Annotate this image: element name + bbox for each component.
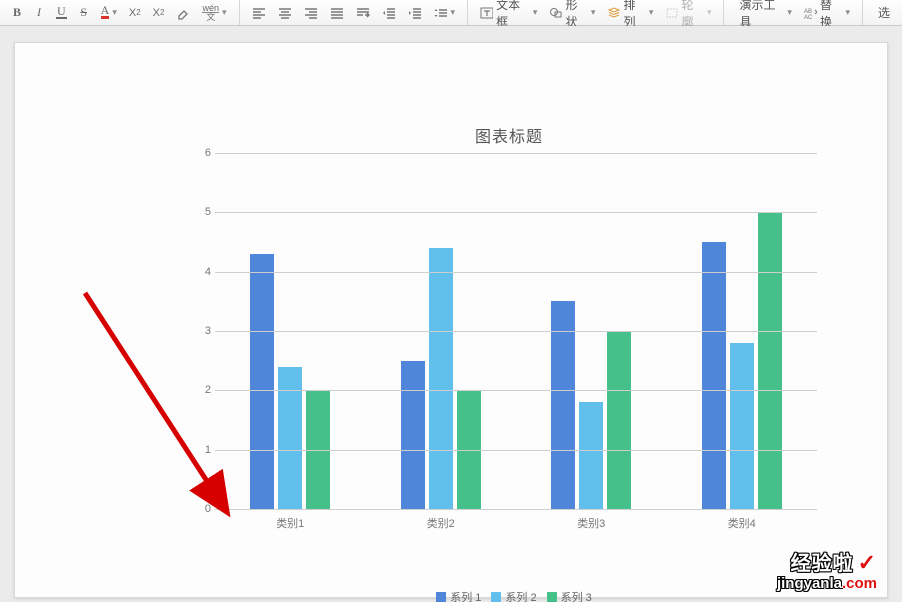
- y-tick-label: 6: [197, 147, 211, 159]
- grid-line: [215, 331, 817, 332]
- toolbar-group-tools: 演示工具▾ ABAC 替换▾: [724, 0, 863, 25]
- toolbar: B I U S A▾ X2 X2 wén文▾ ▾ 文本框▾ 形状▾ 排列▾: [0, 0, 902, 26]
- watermark-domain-ext: .com: [842, 575, 877, 592]
- align-left-icon: [252, 7, 266, 19]
- bar[interactable]: [702, 242, 726, 509]
- legend-swatch: [491, 592, 501, 602]
- select-label: 选: [878, 4, 890, 21]
- x-tick-label: 类别3: [516, 515, 667, 531]
- toolbar-group-font: B I U S A▾ X2 X2 wén文▾: [0, 0, 240, 25]
- y-tick-label: 1: [197, 444, 211, 456]
- y-tick-label: 3: [197, 325, 211, 337]
- y-tick-label: 2: [197, 384, 211, 396]
- indent-increase-button[interactable]: [403, 2, 427, 24]
- legend-label: 系列 3: [561, 592, 592, 602]
- grid-line: [215, 153, 817, 154]
- align-justify-button[interactable]: [325, 2, 349, 24]
- subscript-button[interactable]: X2: [148, 2, 170, 24]
- grid-line: [215, 450, 817, 451]
- toolbar-group-overflow: 选: [863, 0, 902, 25]
- bar[interactable]: [607, 331, 631, 509]
- legend-label: 系列 2: [505, 592, 536, 602]
- italic-button[interactable]: I: [29, 2, 49, 24]
- outdent-icon: [382, 7, 396, 19]
- font-color-button[interactable]: A▾: [96, 2, 122, 24]
- shape-icon: [549, 6, 562, 20]
- bar[interactable]: [401, 361, 425, 509]
- toolbar-group-insert: 文本框▾ 形状▾ 排列▾ 轮廓▾: [468, 0, 724, 25]
- chart[interactable]: 图表标题 类别1类别2类别3类别4 0123456 系列 1系列 2系列 3: [201, 153, 817, 561]
- align-right-icon: [304, 7, 318, 19]
- clear-format-button[interactable]: [171, 2, 195, 24]
- document-area: 图表标题 类别1类别2类别3类别4 0123456 系列 1系列 2系列 3 经…: [0, 26, 902, 602]
- arrange-button[interactable]: 排列▾: [602, 2, 658, 24]
- outline-button: 轮廓▾: [660, 2, 716, 24]
- grid-line: [215, 212, 817, 213]
- y-tick-label: 4: [197, 266, 211, 278]
- legend-swatch: [547, 592, 557, 602]
- x-tick-label: 类别4: [667, 515, 818, 531]
- legend: 系列 1 系列 2 系列 3: [201, 589, 817, 602]
- underline-button[interactable]: U: [51, 2, 72, 24]
- y-tick-label: 5: [197, 206, 211, 218]
- direction-icon: [356, 7, 370, 19]
- select-button[interactable]: 选: [870, 2, 895, 24]
- replace-icon: ABAC: [804, 7, 817, 19]
- watermark-domain: jingyanla: [777, 575, 842, 592]
- x-tick-label: 类别2: [366, 515, 517, 531]
- eraser-icon: [176, 6, 190, 20]
- align-right-button[interactable]: [299, 2, 323, 24]
- strikethrough-button[interactable]: S: [74, 2, 94, 24]
- line-spacing-icon: [434, 7, 448, 19]
- textbox-button[interactable]: 文本框▾: [475, 2, 542, 24]
- toolbar-group-align: ▾: [240, 0, 469, 25]
- textbox-icon: [480, 6, 493, 20]
- x-tick-label: 类别1: [215, 515, 366, 531]
- svg-text:AC: AC: [804, 15, 813, 19]
- bar[interactable]: [730, 343, 754, 509]
- chart-title: 图表标题: [201, 123, 817, 147]
- arrange-icon: [607, 6, 620, 20]
- grid-line: [215, 390, 817, 391]
- bar[interactable]: [579, 402, 603, 509]
- pinyin-button[interactable]: wén文▾: [197, 2, 231, 24]
- legend-swatch: [436, 592, 446, 602]
- bar[interactable]: [278, 367, 302, 509]
- line-spacing-button[interactable]: ▾: [429, 2, 461, 24]
- align-center-icon: [278, 7, 292, 19]
- y-tick-label: 0: [197, 503, 211, 515]
- presentation-button[interactable]: 演示工具▾: [731, 2, 797, 24]
- plot-area: 类别1类别2类别3类别4 0123456: [215, 153, 817, 509]
- indent-icon: [408, 7, 422, 19]
- watermark-check-icon: ✓: [858, 550, 877, 575]
- align-left-button[interactable]: [247, 2, 271, 24]
- watermark: 经验啦✓ jingyanla.com: [777, 552, 877, 591]
- reading-direction-button[interactable]: [351, 2, 375, 24]
- bar[interactable]: [551, 301, 575, 509]
- indent-decrease-button[interactable]: [377, 2, 401, 24]
- shape-button[interactable]: 形状▾: [544, 2, 600, 24]
- superscript-button[interactable]: X2: [124, 2, 146, 24]
- bar[interactable]: [250, 254, 274, 509]
- align-center-button[interactable]: [273, 2, 297, 24]
- bar[interactable]: [429, 248, 453, 509]
- outline-icon: [665, 6, 678, 20]
- watermark-line1: 经验啦: [791, 553, 854, 575]
- bold-button[interactable]: B: [7, 2, 27, 24]
- replace-button[interactable]: ABAC 替换▾: [799, 2, 855, 24]
- align-justify-icon: [330, 7, 344, 19]
- legend-label: 系列 1: [450, 592, 481, 602]
- grid-line: [215, 509, 817, 510]
- grid-line: [215, 272, 817, 273]
- bar[interactable]: [758, 212, 782, 509]
- slide[interactable]: 图表标题 类别1类别2类别3类别4 0123456 系列 1系列 2系列 3 经…: [14, 42, 888, 598]
